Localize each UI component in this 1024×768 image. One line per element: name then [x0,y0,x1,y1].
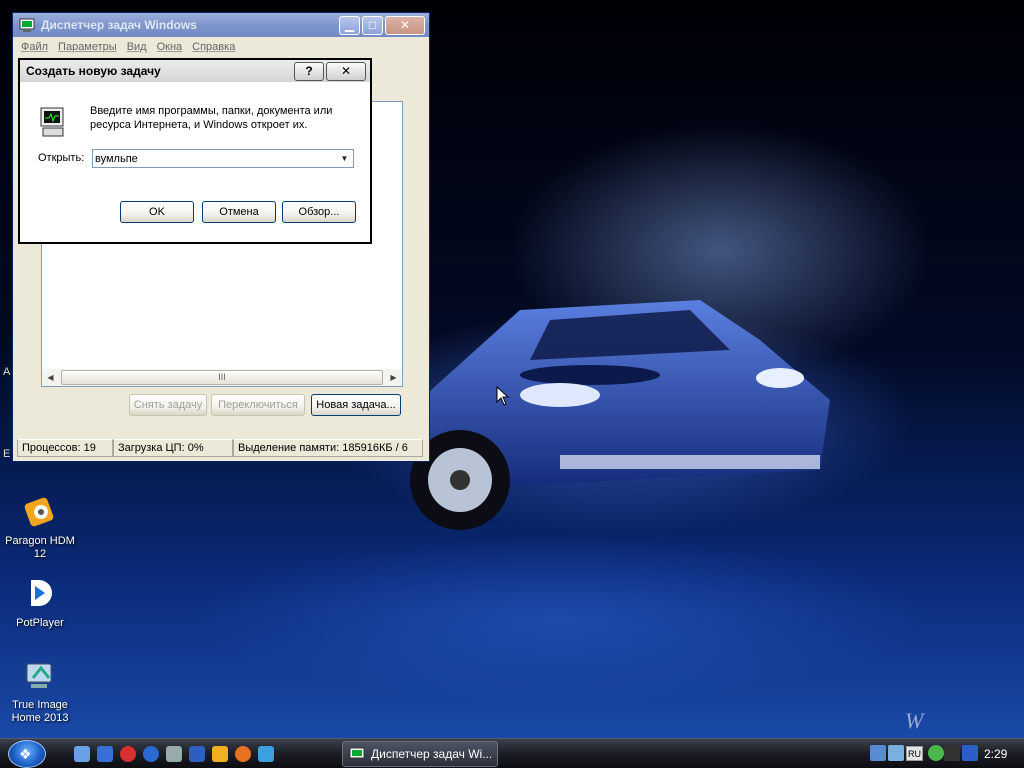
task-manager-titlebar[interactable]: Диспетчер задач Windows ▁ □ ✕ [13,13,429,37]
menu-help[interactable]: Справка [192,41,235,53]
new-task-button[interactable]: Новая задача... [311,394,401,416]
menu-view[interactable]: Вид [127,41,147,53]
task-manager-title: Диспетчер задач Windows [41,18,197,32]
quicklaunch-icon[interactable] [166,746,182,762]
close-icon: ✕ [340,64,352,78]
language-indicator[interactable]: RU [906,746,923,761]
horizontal-scrollbar[interactable]: ◀ III ▶ [42,369,402,386]
desktop-edge-text: Е [3,448,11,460]
taskbar-task-label: Диспетчер задач Wi... [371,747,493,761]
run-dialog-body: Введите имя программы, папки, документа … [20,82,370,242]
menu-windows[interactable]: Окна [157,41,183,53]
desktop-icon-label: Paragon HDM 12 [5,535,75,560]
status-processes: Процессов: 19 [17,439,113,457]
mouse-cursor-icon [496,386,510,406]
open-input[interactable] [93,152,336,165]
taskbar-task-manager-button[interactable]: Диспетчер задач Wi... [342,741,498,767]
tray-icon[interactable] [962,745,978,761]
minimize-icon: ▁ [344,18,355,32]
show-desktop-icon[interactable] [74,746,90,762]
cancel-button[interactable]: Отмена [202,201,276,223]
desktop-icon-label: True Image Home 2013 [11,699,69,724]
desktop-icon-true-image[interactable]: True Image Home 2013 [0,658,80,725]
status-memory: Выделение памяти: 185916КБ / 6 [233,439,423,457]
run-dialog-titlebar[interactable]: Создать новую задачу ? ✕ [20,60,370,82]
quicklaunch-icon[interactable] [97,746,113,762]
help-button[interactable]: ? [294,61,324,81]
browse-button[interactable]: Обзор... [282,201,356,223]
desktop-icon-label: PotPlayer [16,617,64,629]
scroll-thumb[interactable]: III [61,370,383,385]
folder-icon[interactable] [212,746,228,762]
end-task-button[interactable]: Снять задачу [129,394,207,416]
quicklaunch-icon[interactable] [143,746,159,762]
network-icon[interactable] [258,746,274,762]
save-icon[interactable] [189,746,205,762]
computer-icon [40,107,64,137]
start-button[interactable]: ❖ [8,740,46,768]
close-button[interactable]: ✕ [385,15,425,35]
windows-logo-icon: ❖ [19,746,32,762]
help-icon: ? [305,64,313,78]
potplayer-icon [31,580,52,606]
run-close-button[interactable]: ✕ [326,61,366,81]
firefox-icon[interactable] [235,746,251,762]
scroll-left-icon[interactable]: ◀ [42,369,59,386]
ok-button[interactable]: OK [120,201,194,223]
desktop-icon-potplayer[interactable]: PotPlayer [0,576,80,630]
maximize-button[interactable]: □ [362,15,383,35]
menu-options[interactable]: Параметры [58,41,117,53]
taskbar: ❖ Диспетчер задач Wi... RU 2:29 [0,738,1024,768]
close-icon: ✕ [399,18,411,32]
status-cpu: Загрузка ЦП: 0% [113,439,233,457]
task-manager-icon [19,18,35,32]
wallpaper-car [410,300,830,530]
tray-network-icon[interactable] [870,745,886,761]
menu-file[interactable]: Файл [21,41,48,53]
task-manager-icon [349,747,365,759]
switch-to-button[interactable]: Переключиться [211,394,305,416]
scroll-right-icon[interactable]: ▶ [385,369,402,386]
quicklaunch-icon[interactable] [120,746,136,762]
task-manager-statusbar: Процессов: 19 Загрузка ЦП: 0% Выделение … [17,439,425,457]
true-image-icon [26,663,52,688]
desktop-edge-text: А [3,366,11,378]
open-label: Открыть: [38,152,85,164]
clock[interactable]: 2:29 [984,747,1007,761]
wallpaper-watermark: W [905,708,924,733]
open-combobox[interactable]: ▼ [92,149,354,168]
tray-icon[interactable] [928,745,944,761]
maximize-icon: □ [368,18,377,32]
paragon-icon [24,497,54,527]
tray-icon[interactable] [944,745,960,761]
chevron-down-icon[interactable]: ▼ [336,154,353,163]
tray-icon[interactable] [888,745,904,761]
desktop-icon-paragon[interactable]: Paragon HDM 12 [0,494,80,561]
run-description: Введите имя программы, папки, документа … [90,105,333,131]
minimize-button[interactable]: ▁ [339,15,360,35]
task-manager-menubar: Файл Параметры Вид Окна Справка [13,37,429,57]
run-dialog-title: Создать новую задачу [26,64,161,78]
create-new-task-dialog: Создать новую задачу ? ✕ Введите имя про… [18,58,372,244]
